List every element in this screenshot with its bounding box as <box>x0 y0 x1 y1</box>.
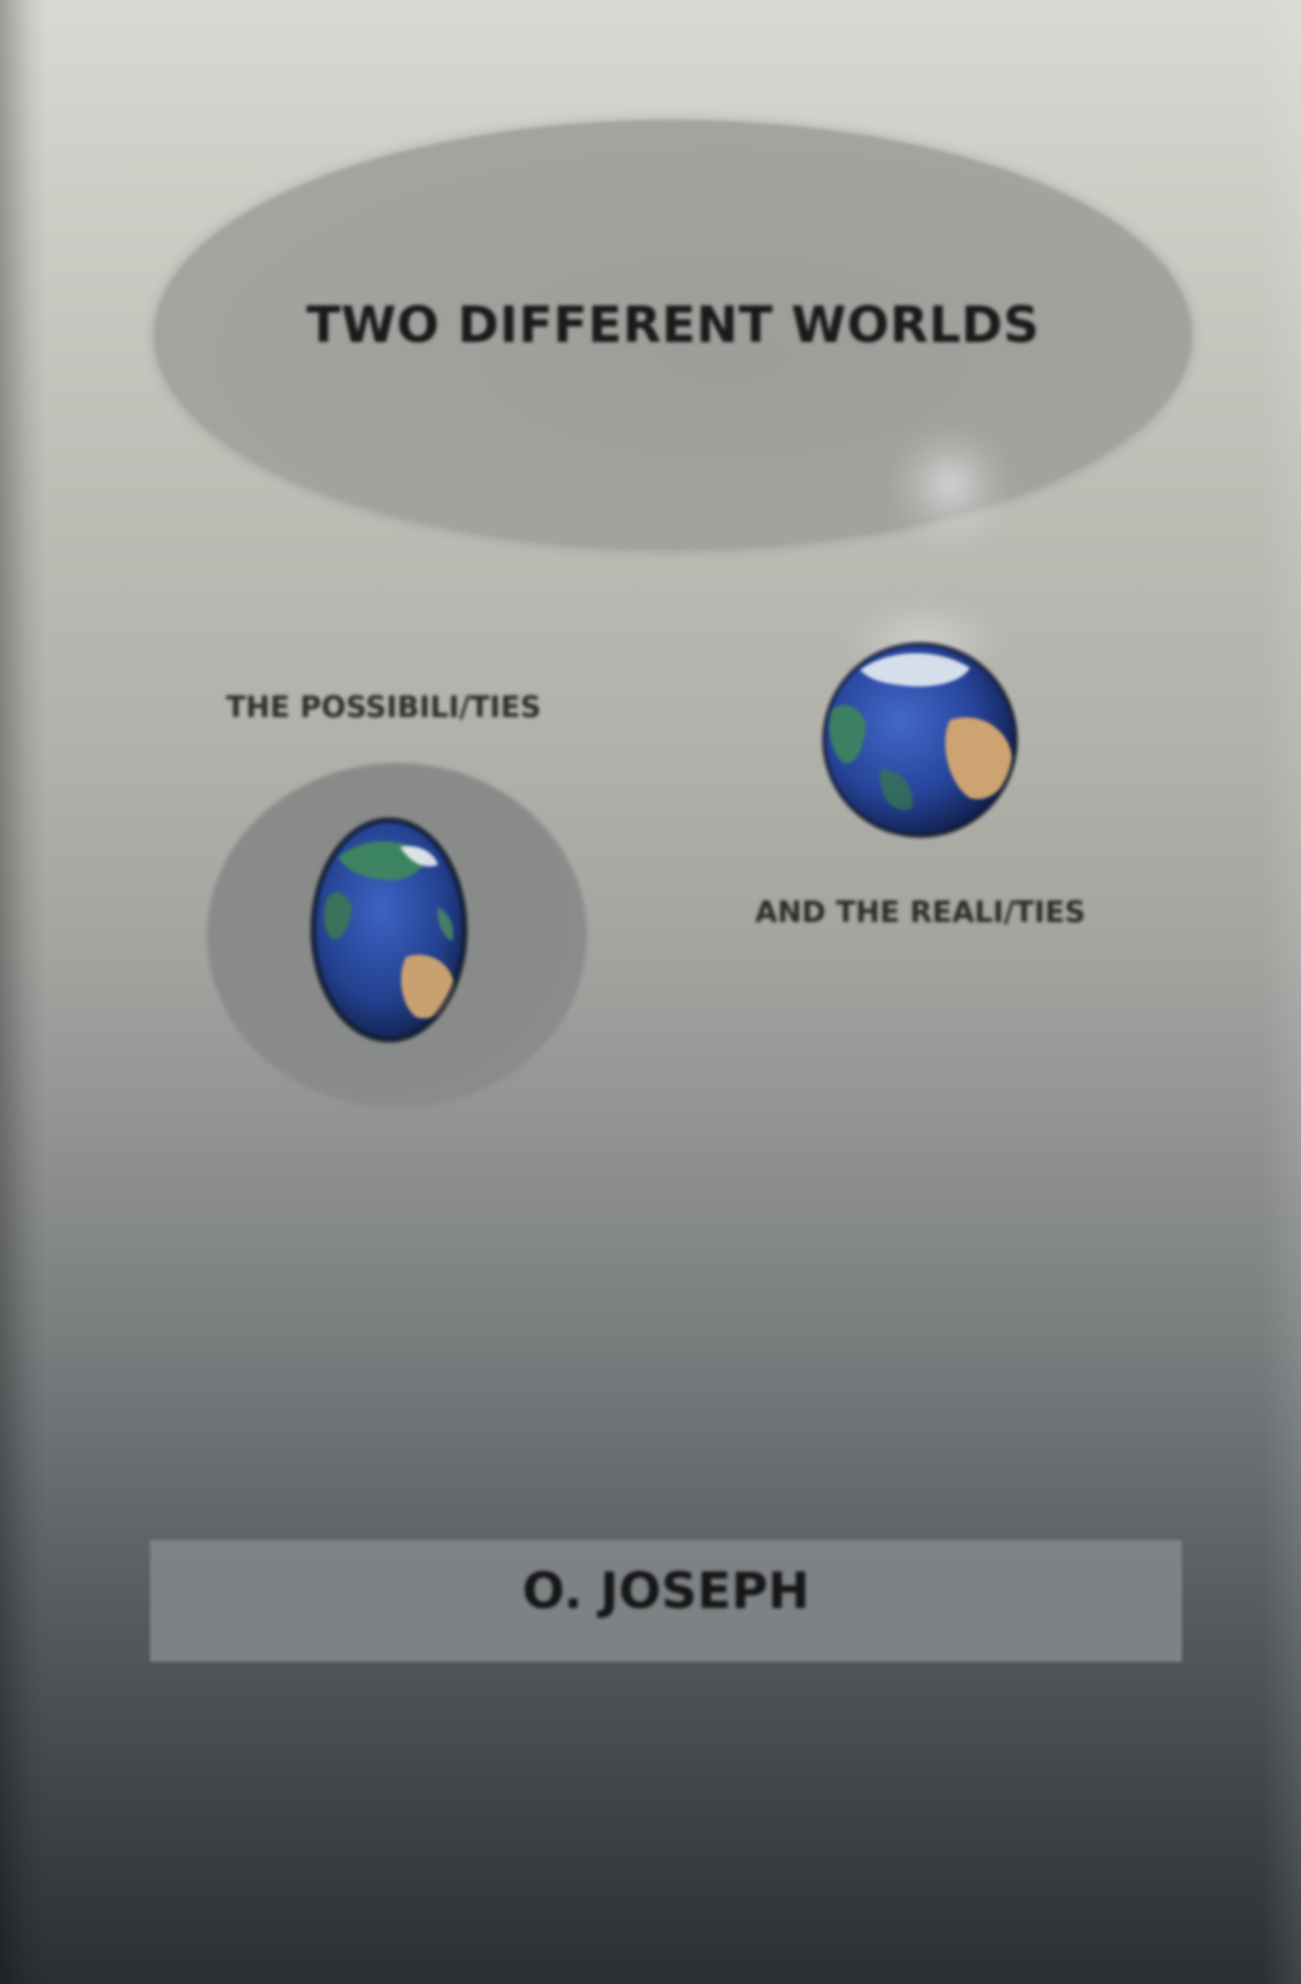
spine-shadow <box>0 0 46 1984</box>
book-cover: TWO DIFFERENT WORLDS THE POSSIBILI/TIES <box>0 0 1301 1984</box>
earth-globe-icon <box>821 641 1019 839</box>
edge-highlight <box>1261 0 1301 1984</box>
light-glare <box>880 420 1020 550</box>
subtitle-realities: AND THE REALI/TIES <box>755 895 1086 929</box>
earth-globe-icon <box>310 817 468 1043</box>
subtitle-possibilities: THE POSSIBILI/TIES <box>226 690 542 724</box>
author-name: O. JOSEPH <box>522 1562 810 1620</box>
book-title: TWO DIFFERENT WORLDS <box>306 296 1040 354</box>
